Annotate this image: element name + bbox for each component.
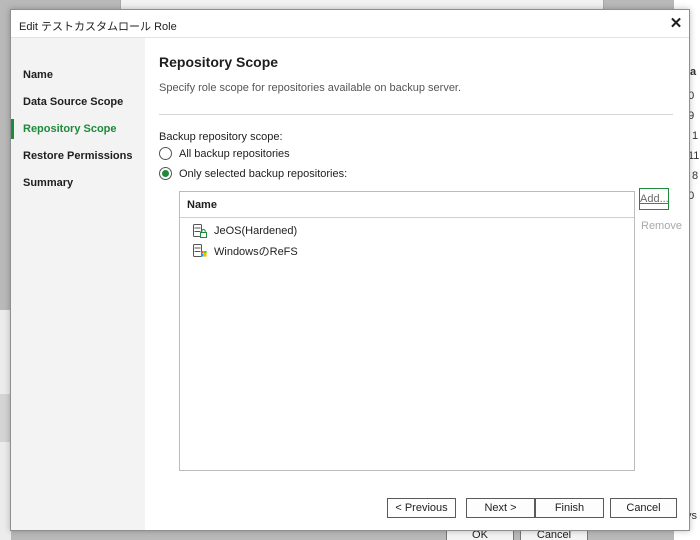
close-button[interactable]: ✕ xyxy=(665,13,687,35)
wizard-steps-sidebar: Name Data Source Scope Repository Scope … xyxy=(11,38,145,530)
window-title: Edit テストカスタムロール Role xyxy=(19,21,177,33)
step-data-source-scope[interactable]: Data Source Scope xyxy=(11,90,145,114)
next-button[interactable]: Next > xyxy=(466,498,535,518)
page-title: Repository Scope xyxy=(159,54,279,70)
windows-repository-icon xyxy=(192,243,208,259)
radio-selected-repositories[interactable]: Only selected backup repositories: xyxy=(159,167,347,180)
edit-role-dialog: Edit テストカスタムロール Role ✕ Name Data Source … xyxy=(10,9,690,531)
item-label: JeOS(Hardened) xyxy=(214,225,298,237)
radio-button[interactable] xyxy=(159,147,172,160)
step-summary[interactable]: Summary xyxy=(11,171,145,195)
hardened-repository-icon xyxy=(192,223,208,239)
column-header-name[interactable]: Name xyxy=(180,192,634,218)
finish-button[interactable]: Finish xyxy=(535,498,604,518)
add-button[interactable]: Add... xyxy=(639,188,669,210)
repository-list[interactable]: Name JeOS(Hardened) WindowsのReFS xyxy=(179,191,635,471)
remove-button[interactable]: Remove xyxy=(641,220,682,232)
list-item[interactable]: JeOS(Hardened) xyxy=(192,222,297,240)
header-divider xyxy=(159,114,673,115)
radio-button[interactable] xyxy=(159,167,172,180)
step-name[interactable]: Name xyxy=(11,63,145,87)
step-repository-scope[interactable]: Repository Scope xyxy=(11,117,145,141)
list-item[interactable]: WindowsのReFS xyxy=(192,242,298,260)
scope-label: Backup repository scope: xyxy=(159,131,283,143)
radio-label: Only selected backup repositories: xyxy=(179,167,348,180)
cancel-button[interactable]: Cancel xyxy=(610,498,677,518)
previous-button[interactable]: < Previous xyxy=(387,498,456,518)
background-cell: 1 xyxy=(692,130,699,142)
background-cell: 8 xyxy=(692,170,699,182)
item-label: WindowsのReFS xyxy=(214,246,298,258)
radio-label: All backup repositories xyxy=(179,147,290,160)
page-description: Specify role scope for repositories avai… xyxy=(159,82,462,94)
wizard-content: Repository Scope Specify role scope for … xyxy=(145,38,689,530)
title-bar: Edit テストカスタムロール Role ✕ xyxy=(11,10,689,38)
radio-all-repositories[interactable]: All backup repositories xyxy=(159,147,290,160)
close-icon: ✕ xyxy=(669,15,683,32)
step-restore-permissions[interactable]: Restore Permissions xyxy=(11,144,145,168)
